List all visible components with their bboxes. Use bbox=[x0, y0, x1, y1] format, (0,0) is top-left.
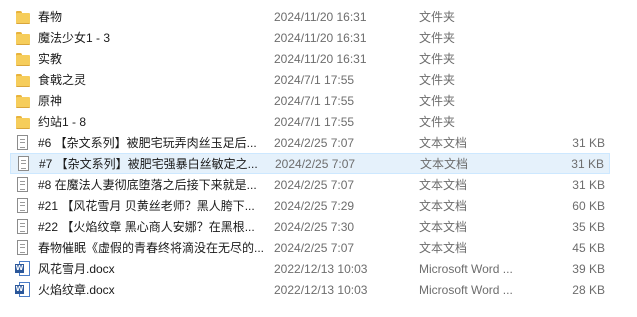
file-size: 28 KB bbox=[572, 282, 605, 297]
word-document-icon bbox=[15, 260, 31, 277]
file-name: 风花雪月.docx bbox=[38, 262, 115, 276]
file-name: 春物催眠《虚假的青春终将滴没在无尽的... bbox=[38, 241, 265, 255]
file-row[interactable]: 约站1 - 8 2024/7/1 17:55 文件夹 bbox=[10, 111, 610, 132]
text-document-icon bbox=[15, 176, 31, 193]
folder-icon bbox=[15, 93, 31, 109]
file-type: 文本文档 bbox=[419, 199, 468, 213]
file-name: 火焰纹章.docx bbox=[38, 283, 115, 297]
file-type: Microsoft Word ... bbox=[419, 261, 513, 276]
file-date: 2024/7/1 17:55 bbox=[274, 72, 355, 87]
file-row[interactable]: #21 【风花雪月 贝黄丝老师？黑人胯下... 2024/2/25 7:29 文… bbox=[10, 195, 610, 216]
file-row[interactable]: 食戟之灵 2024/7/1 17:55 文件夹 bbox=[10, 69, 610, 90]
file-size: 60 KB bbox=[572, 198, 605, 213]
file-row[interactable]: 魔法少女1 - 3 2024/11/20 16:31 文件夹 bbox=[10, 27, 610, 48]
text-document-icon bbox=[15, 239, 31, 256]
file-name: 春物 bbox=[38, 10, 63, 24]
text-document-icon bbox=[15, 218, 31, 235]
file-type: Microsoft Word ... bbox=[419, 282, 513, 297]
file-name: #22 【火焰纹章 黑心商人安娜？在黑根... bbox=[38, 220, 255, 234]
file-date: 2024/7/1 17:55 bbox=[274, 93, 355, 108]
file-date: 2024/2/25 7:07 bbox=[274, 177, 355, 192]
file-type: 文件夹 bbox=[419, 31, 456, 45]
file-name: #21 【风花雪月 贝黄丝老师？黑人胯下... bbox=[38, 199, 255, 213]
folder-icon bbox=[15, 30, 31, 46]
file-type: 文件夹 bbox=[419, 73, 456, 87]
file-date: 2024/11/20 16:31 bbox=[274, 9, 367, 24]
word-document-icon bbox=[15, 281, 31, 298]
file-row[interactable]: 原神 2024/7/1 17:55 文件夹 bbox=[10, 90, 610, 111]
folder-icon bbox=[15, 72, 31, 88]
file-date: 2024/2/25 7:07 bbox=[274, 240, 355, 255]
file-name: #6 【杂文系列】被肥宅玩弄肉丝玉足后... bbox=[38, 136, 257, 150]
file-type: 文件夹 bbox=[419, 115, 456, 129]
file-date: 2024/2/25 7:07 bbox=[275, 156, 356, 171]
file-size: 31 KB bbox=[571, 156, 604, 171]
file-row-selected[interactable]: #7 【杂文系列】被肥宅强暴白丝敏定之... 2024/2/25 7:07 文本… bbox=[10, 153, 610, 174]
file-row[interactable]: 春物催眠《虚假的青春终将滴没在无尽的... 2024/2/25 7:07 文本文… bbox=[10, 237, 610, 258]
file-date: 2024/7/1 17:55 bbox=[274, 114, 355, 129]
folder-icon bbox=[15, 9, 31, 25]
file-date: 2022/12/13 10:03 bbox=[274, 282, 368, 297]
file-date: 2024/11/20 16:31 bbox=[274, 51, 367, 66]
file-size: 31 KB bbox=[572, 177, 605, 192]
file-size: 35 KB bbox=[572, 219, 605, 234]
file-row[interactable]: #8 在魔法人妻彻底堕落之后接下来就是... 2024/2/25 7:07 文本… bbox=[10, 174, 610, 195]
file-name: 魔法少女1 - 3 bbox=[38, 31, 111, 45]
text-document-icon bbox=[15, 197, 31, 214]
file-date: 2024/2/25 7:29 bbox=[274, 198, 355, 213]
file-size: 39 KB bbox=[572, 261, 605, 276]
file-date: 2024/11/20 16:31 bbox=[274, 30, 367, 45]
file-date: 2022/12/13 10:03 bbox=[274, 261, 368, 276]
file-row[interactable]: 春物 2024/11/20 16:31 文件夹 bbox=[10, 6, 610, 27]
file-type: 文本文档 bbox=[419, 241, 468, 255]
file-name: 约站1 - 8 bbox=[38, 115, 87, 129]
file-row[interactable]: 风花雪月.docx 2022/12/13 10:03 Microsoft Wor… bbox=[10, 258, 610, 279]
text-document-icon bbox=[15, 134, 31, 151]
file-row[interactable]: 实教 2024/11/20 16:31 文件夹 bbox=[10, 48, 610, 69]
file-name: #7 【杂文系列】被肥宅强暴白丝敏定之... bbox=[39, 157, 258, 171]
folder-icon bbox=[15, 114, 31, 130]
file-row[interactable]: #6 【杂文系列】被肥宅玩弄肉丝玉足后... 2024/2/25 7:07 文本… bbox=[10, 132, 610, 153]
file-type: 文本文档 bbox=[419, 178, 468, 192]
text-document-icon bbox=[16, 155, 32, 172]
file-row[interactable]: 火焰纹章.docx 2022/12/13 10:03 Microsoft Wor… bbox=[10, 279, 610, 300]
file-type: 文本文档 bbox=[419, 136, 468, 150]
file-name: #8 在魔法人妻彻底堕落之后接下来就是... bbox=[38, 178, 257, 192]
file-type: 文件夹 bbox=[419, 10, 456, 24]
file-type: 文本文档 bbox=[420, 157, 469, 171]
file-type: 文件夹 bbox=[419, 52, 456, 66]
folder-icon bbox=[15, 51, 31, 67]
file-name: 原神 bbox=[38, 94, 63, 108]
file-size: 31 KB bbox=[572, 135, 605, 150]
file-name: 食戟之灵 bbox=[38, 73, 87, 87]
file-name: 实教 bbox=[38, 52, 63, 66]
file-list: 春物 2024/11/20 16:31 文件夹 魔法少女1 - 3 2024/1… bbox=[0, 0, 637, 317]
file-type: 文本文档 bbox=[419, 220, 468, 234]
file-date: 2024/2/25 7:07 bbox=[274, 135, 355, 150]
file-date: 2024/2/25 7:30 bbox=[274, 219, 355, 234]
file-size: 45 KB bbox=[572, 240, 605, 255]
file-type: 文件夹 bbox=[419, 94, 456, 108]
file-row[interactable]: #22 【火焰纹章 黑心商人安娜？在黑根... 2024/2/25 7:30 文… bbox=[10, 216, 610, 237]
